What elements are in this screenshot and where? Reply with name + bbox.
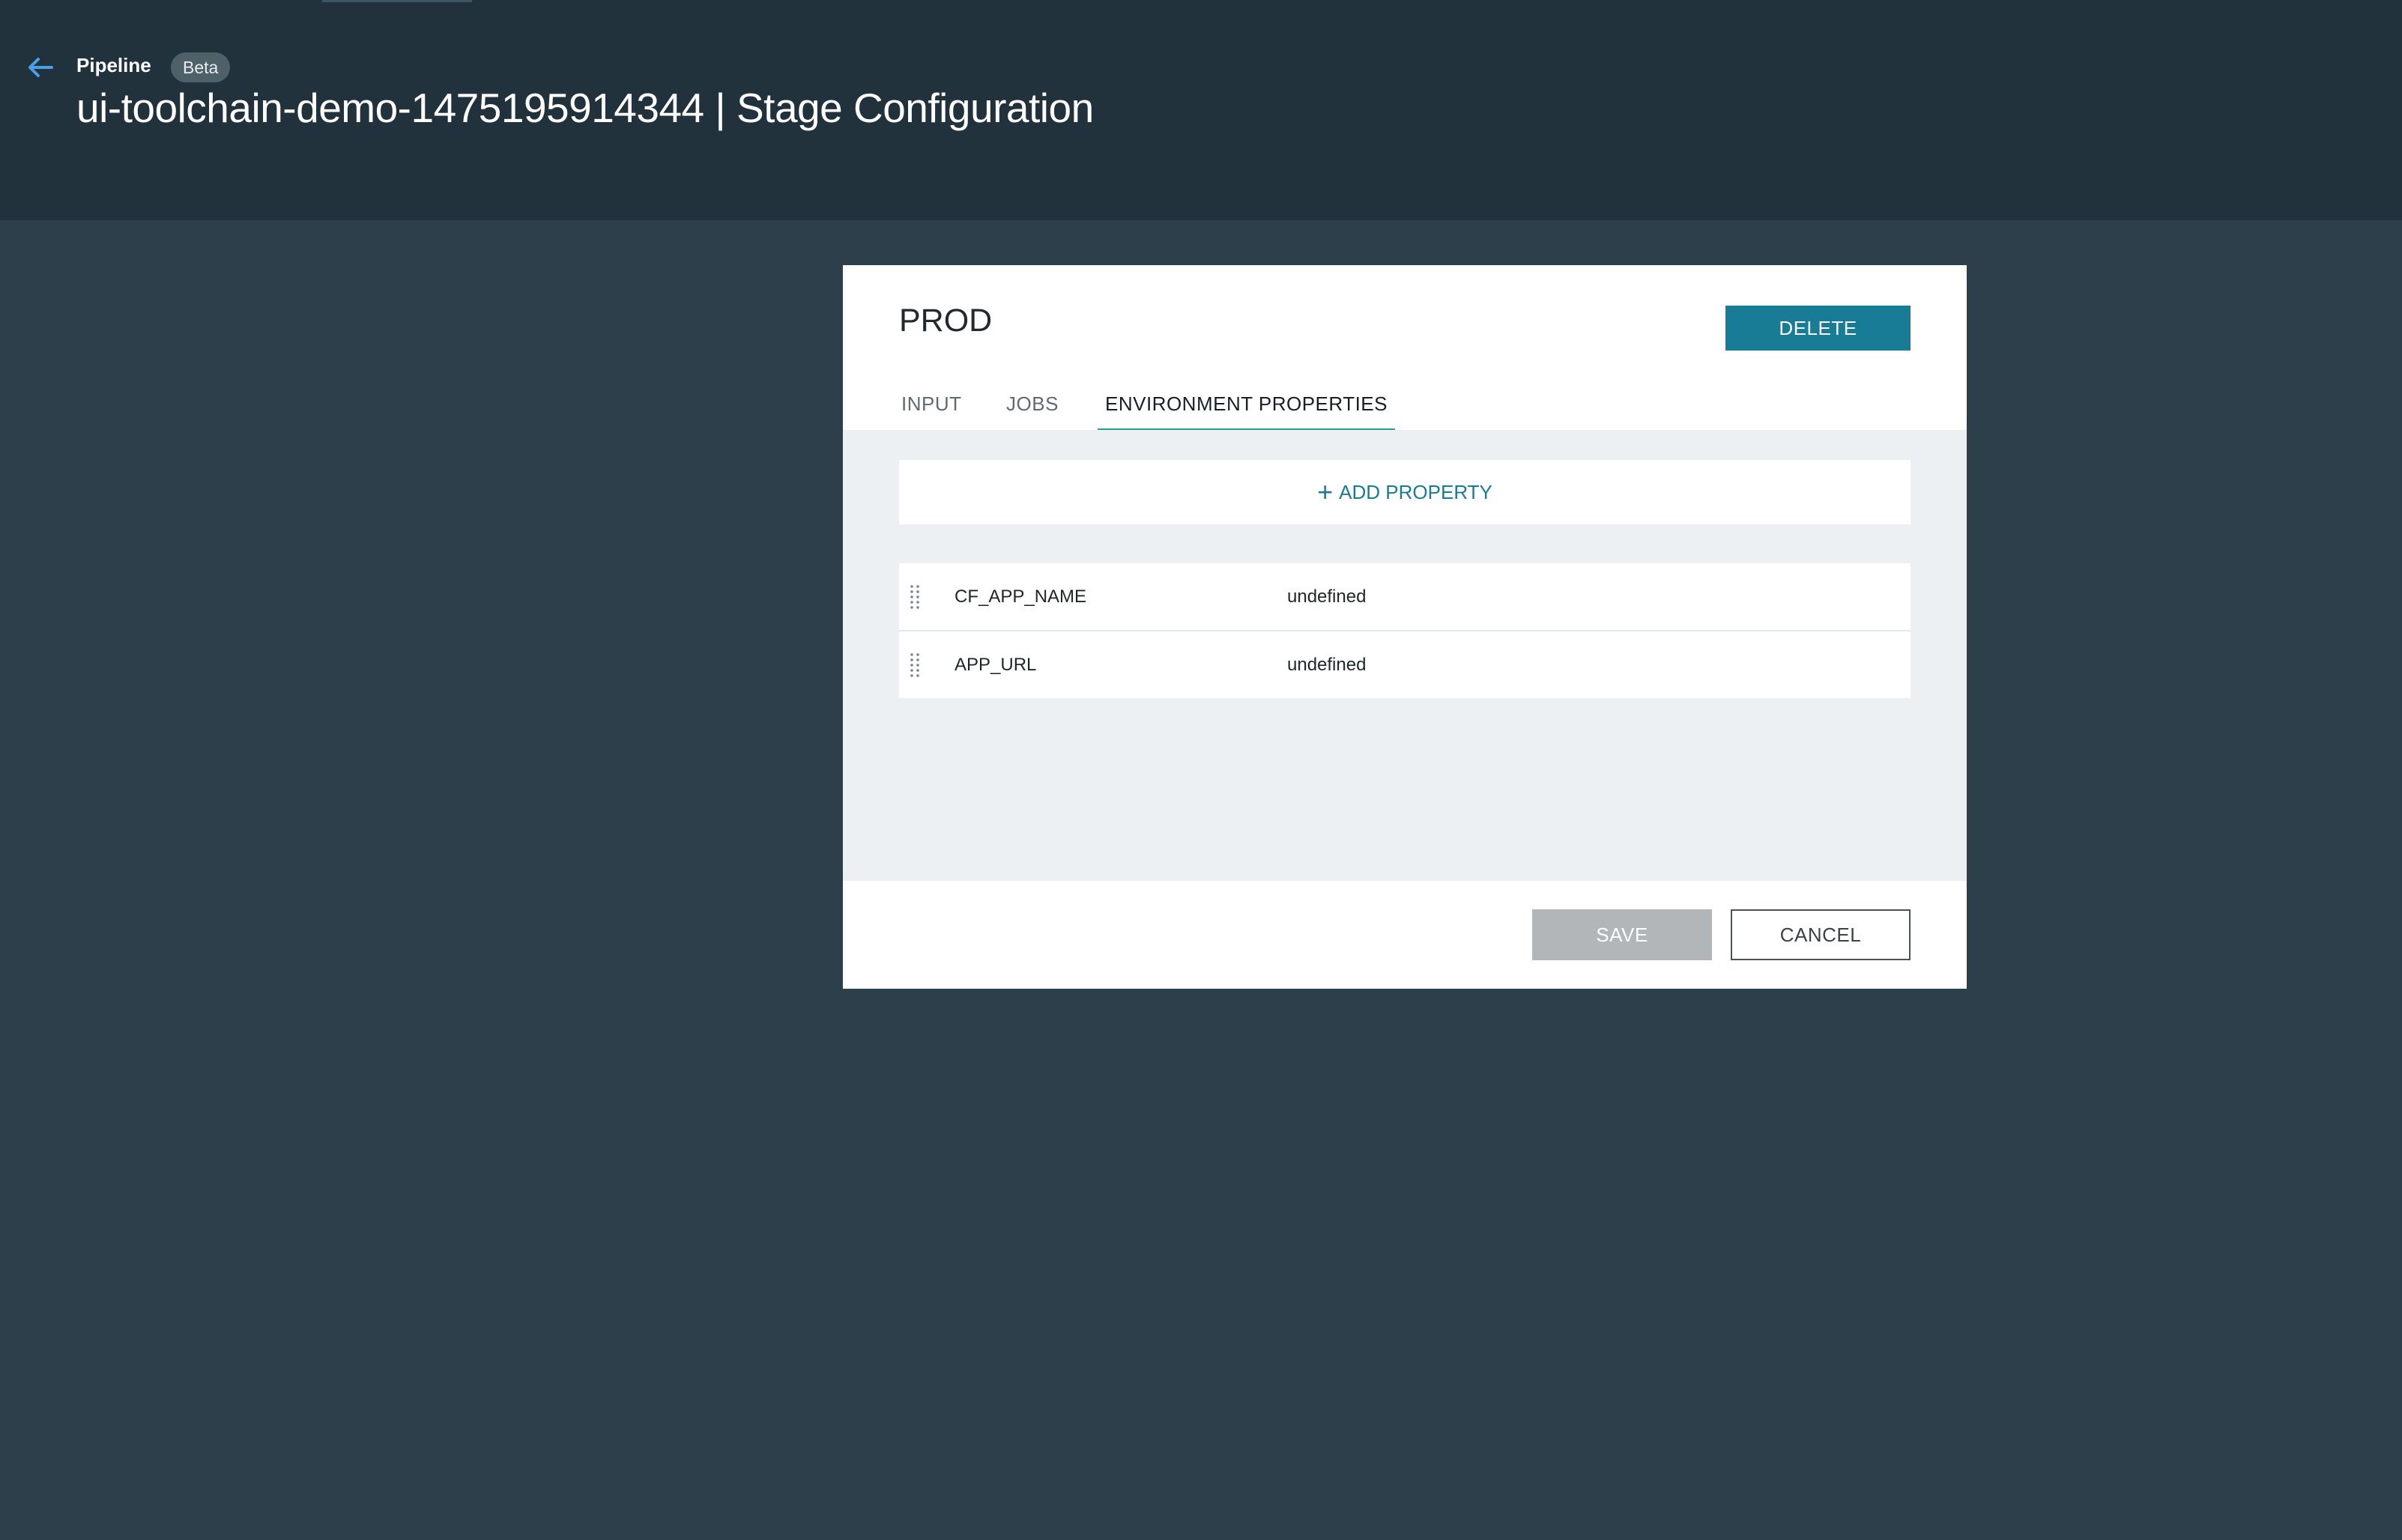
stage-name: PROD	[899, 303, 993, 339]
property-value[interactable]: undefined	[1287, 631, 1366, 698]
drag-handle-icon[interactable]	[910, 652, 920, 678]
page-header: Pipeline Beta ui-toolchain-demo-14751959…	[0, 0, 2402, 220]
property-row[interactable]: CF_APP_NAME undefined	[899, 563, 1911, 631]
plus-icon: +	[1317, 476, 1334, 507]
cancel-button[interactable]: CANCEL	[1731, 909, 1911, 960]
page-title: ui-toolchain-demo-1475195914344 | Stage …	[76, 85, 1094, 131]
tab-content: + ADD PROPERTY CF_APP_NAME undefined APP…	[843, 430, 1967, 881]
breadcrumb-pipeline[interactable]: Pipeline	[76, 54, 151, 77]
beta-badge: Beta	[171, 52, 231, 82]
tab-input[interactable]: INPUT	[901, 376, 962, 428]
stage-config-dialog: PROD DELETE INPUT JOBS ENVIRONMENT PROPE…	[843, 265, 1967, 989]
tab-bar: INPUT JOBS ENVIRONMENT PROPERTIES	[843, 376, 1967, 432]
arrow-left-icon	[28, 58, 53, 77]
loading-indicator	[322, 0, 472, 2]
save-button[interactable]: SAVE	[1532, 909, 1712, 960]
property-list: CF_APP_NAME undefined APP_URL undefined	[899, 563, 1911, 698]
tab-jobs[interactable]: JOBS	[1006, 376, 1059, 428]
property-value[interactable]: undefined	[1287, 563, 1366, 630]
back-button[interactable]	[24, 52, 57, 82]
tab-environment-properties[interactable]: ENVIRONMENT PROPERTIES	[1098, 376, 1395, 432]
drag-handle-icon[interactable]	[910, 584, 920, 610]
property-key[interactable]: APP_URL	[955, 631, 1036, 698]
property-key[interactable]: CF_APP_NAME	[955, 563, 1086, 630]
add-property-label: ADD PROPERTY	[1339, 480, 1492, 503]
add-property-button[interactable]: + ADD PROPERTY	[899, 460, 1911, 524]
delete-button[interactable]: DELETE	[1725, 306, 1911, 351]
property-row[interactable]: APP_URL undefined	[899, 631, 1911, 698]
